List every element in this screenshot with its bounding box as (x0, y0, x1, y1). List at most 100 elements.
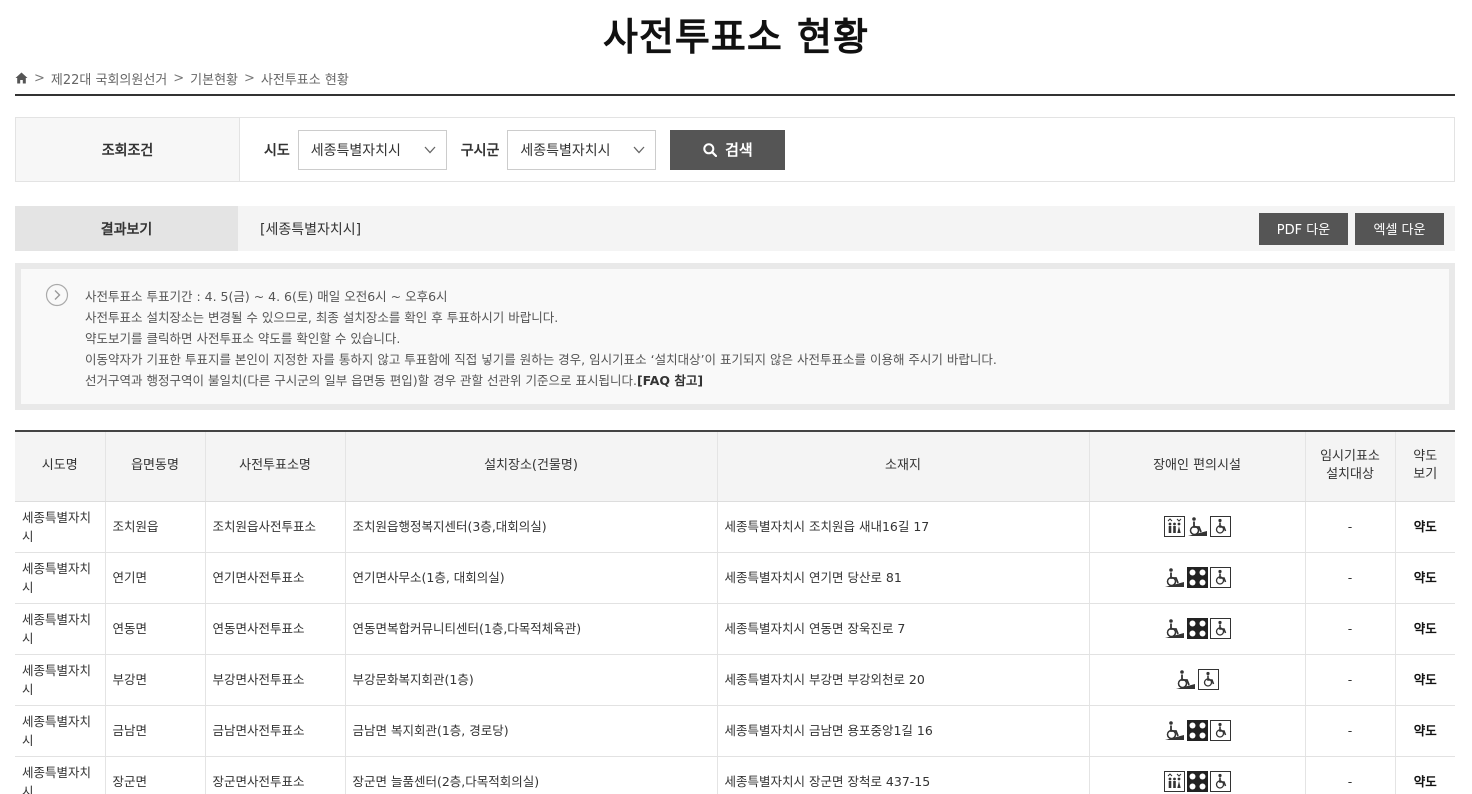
cell-emd: 금남면 (104, 705, 205, 757)
cell-station-name: 부강면사전투표소 (204, 654, 345, 706)
cell-place: 조치원읍행정복지센터(3층,대회의실) (344, 501, 717, 553)
braille-block-icon (1186, 720, 1208, 741)
sido-select-value: 세종특별자치시 (310, 142, 401, 159)
header-place: 설치장소(건물명) (344, 430, 717, 502)
table-row: 세종특별자치시 조치원읍 조치원읍사전투표소 조치원읍행정복지센터(3층,대회의실) 세… (15, 501, 1455, 553)
cell-station-name: 금남면사전투표소 (204, 705, 345, 757)
table-row: 세종특별자치시 연동면 연동면사전투표소 연동면복합커뮤니티센터(1층,다목적체육관)… (15, 603, 1455, 655)
cell-temp-booth: - (1304, 501, 1395, 553)
map-link[interactable]: 약도 (1394, 552, 1455, 604)
table-row: 세종특별자치시 장군면 장군면사전투표소 장군면 늘품센터(2층,다목적회의실) 세종특… (15, 756, 1455, 794)
accessible-toilet-icon (1209, 618, 1231, 639)
cell-sido: 세종특별자치시 (15, 603, 105, 655)
sido-select[interactable]: 세종특별자치시 (297, 129, 447, 170)
table-row: 세종특별자치시 연기면 연기면사전투표소 연기면사무소(1층, 대회의실) 세종특별자치… (15, 552, 1455, 604)
breadcrumb-separator: > (173, 70, 185, 86)
header-emd: 읍면동명 (104, 430, 205, 502)
cell-facilities (1088, 654, 1305, 706)
cell-facilities (1088, 705, 1305, 757)
map-link[interactable]: 약도 (1394, 501, 1455, 553)
header-temp-booth: 임시기표소 설치대상 (1304, 430, 1395, 502)
header-sido: 시도명 (15, 430, 105, 502)
cell-emd: 연동면 (104, 603, 205, 655)
header-facilities: 장애인 편의시설 (1088, 430, 1305, 502)
notice-box: 사전투표소 투표기간 : 4. 5(금) ~ 4. 6(토) 매일 오전6시 ~… (15, 263, 1455, 410)
excel-download-button[interactable]: 엑셀 다운 (1355, 212, 1444, 245)
header-station-name: 사전투표소명 (204, 430, 345, 502)
table-header-row: 시도명 읍면동명 사전투표소명 설치장소(건물명) 소재지 장애인 편의시설 임… (15, 430, 1455, 502)
wheelchair-ramp-icon (1176, 670, 1195, 689)
search-button[interactable]: 검색 (670, 129, 786, 170)
cell-address: 세종특별자치시 금남면 용포중앙1길 16 (716, 705, 1089, 757)
notice-line-text: 선거구역과 행정구역이 불일치(다른 구시군의 일부 읍면동 편입)할 경우 관… (85, 373, 637, 388)
header-address: 소재지 (716, 430, 1089, 502)
cell-temp-booth: - (1304, 654, 1395, 706)
cell-emd: 연기면 (104, 552, 205, 604)
accessible-toilet-icon (1198, 669, 1219, 690)
sigungu-label: 구시군 (460, 142, 500, 159)
result-region: [세종특별자치시] (260, 221, 362, 238)
notice-line: 선거구역과 행정구역이 불일치(다른 구시군의 일부 읍면동 편입)할 경우 관… (85, 370, 1449, 391)
cell-station-name: 연동면사전투표소 (204, 603, 345, 655)
search-button-label: 검색 (725, 141, 753, 159)
map-link[interactable]: 약도 (1394, 603, 1455, 655)
notice-line: 사전투표소 투표기간 : 4. 5(금) ~ 4. 6(토) 매일 오전6시 ~… (85, 289, 448, 304)
page-title: 사전투표소 현황 (603, 15, 869, 59)
cell-temp-booth: - (1304, 705, 1395, 757)
cell-facilities (1088, 756, 1305, 794)
cell-sido: 세종특별자치시 (15, 552, 105, 604)
accessible-toilet-icon (1209, 720, 1231, 741)
result-label: 결과보기 (15, 206, 238, 251)
chevron-down-icon (424, 146, 436, 153)
breadcrumb-separator: > (244, 70, 255, 86)
cell-emd: 부강면 (104, 654, 205, 706)
wheelchair-ramp-icon (1164, 619, 1184, 638)
map-link[interactable]: 약도 (1394, 654, 1455, 706)
cell-sido: 세종특별자치시 (15, 654, 105, 706)
facility-icons (1097, 669, 1298, 690)
cell-sido: 세종특별자치시 (15, 705, 105, 757)
sido-label: 시도 (264, 142, 290, 159)
facility-icons (1097, 771, 1298, 792)
elevator-icon (1163, 516, 1185, 537)
breadcrumb-item-basic-status[interactable]: 기본현황 (190, 69, 238, 88)
cell-sido: 세종특별자치시 (15, 501, 105, 553)
notice-line: 이동약자가 기표한 투표지를 본인이 지정한 자를 통하지 않고 투표함에 직접… (85, 352, 997, 367)
facility-icons (1097, 618, 1298, 639)
table-row: 세종특별자치시 부강면 부강면사전투표소 부강문화복지회관(1층) 세종특별자치시 부강… (15, 654, 1455, 706)
breadcrumb-item-current[interactable]: 사전투표소 현황 (261, 69, 349, 88)
cell-emd: 장군면 (104, 756, 205, 794)
notice-line: 약도보기를 클릭하면 사전투표소 약도를 확인할 수 있습니다. (85, 331, 401, 346)
cell-facilities (1088, 552, 1305, 604)
cell-facilities (1088, 603, 1305, 655)
cell-facilities (1088, 501, 1305, 553)
table-row: 세종특별자치시 금남면 금남면사전투표소 금남면 복지회관(1층, 경로당) 세종특별자… (15, 705, 1455, 757)
pdf-download-button[interactable]: PDF 다운 (1259, 212, 1348, 245)
wheelchair-ramp-icon (1187, 517, 1207, 536)
cell-address: 세종특별자치시 장군면 장척로 437-15 (716, 756, 1089, 794)
map-link[interactable]: 약도 (1394, 756, 1455, 794)
chevron-circle-icon (45, 283, 69, 307)
cell-place: 금남면 복지회관(1층, 경로당) (344, 705, 717, 757)
cell-sido: 세종특별자치시 (15, 756, 105, 794)
cell-station-name: 조치원읍사전투표소 (204, 501, 345, 553)
search-icon (703, 142, 718, 157)
cell-temp-booth: - (1304, 756, 1395, 794)
cell-address: 세종특별자치시 연기면 당산로 81 (716, 552, 1089, 604)
cell-temp-booth: - (1304, 603, 1395, 655)
accessible-toilet-icon (1209, 771, 1231, 792)
breadcrumb-separator: > (34, 70, 45, 86)
cell-place: 연동면복합커뮤니티센터(1층,다목적체육관) (344, 603, 717, 655)
home-icon[interactable] (15, 72, 28, 84)
facility-icons (1097, 516, 1298, 537)
faq-link[interactable]: [FAQ 참고] (637, 373, 703, 388)
elevator-icon (1163, 771, 1185, 792)
cell-place: 장군면 늘품센터(2층,다목적회의실) (344, 756, 717, 794)
map-link[interactable]: 약도 (1394, 705, 1455, 757)
cell-station-name: 연기면사전투표소 (204, 552, 345, 604)
wheelchair-ramp-icon (1164, 721, 1184, 740)
breadcrumb-item-election[interactable]: 제22대 국회의원선거 (51, 69, 167, 88)
braille-block-icon (1186, 771, 1208, 792)
sigungu-select[interactable]: 세종특별자치시 (507, 129, 657, 170)
cell-temp-booth: - (1304, 552, 1395, 604)
